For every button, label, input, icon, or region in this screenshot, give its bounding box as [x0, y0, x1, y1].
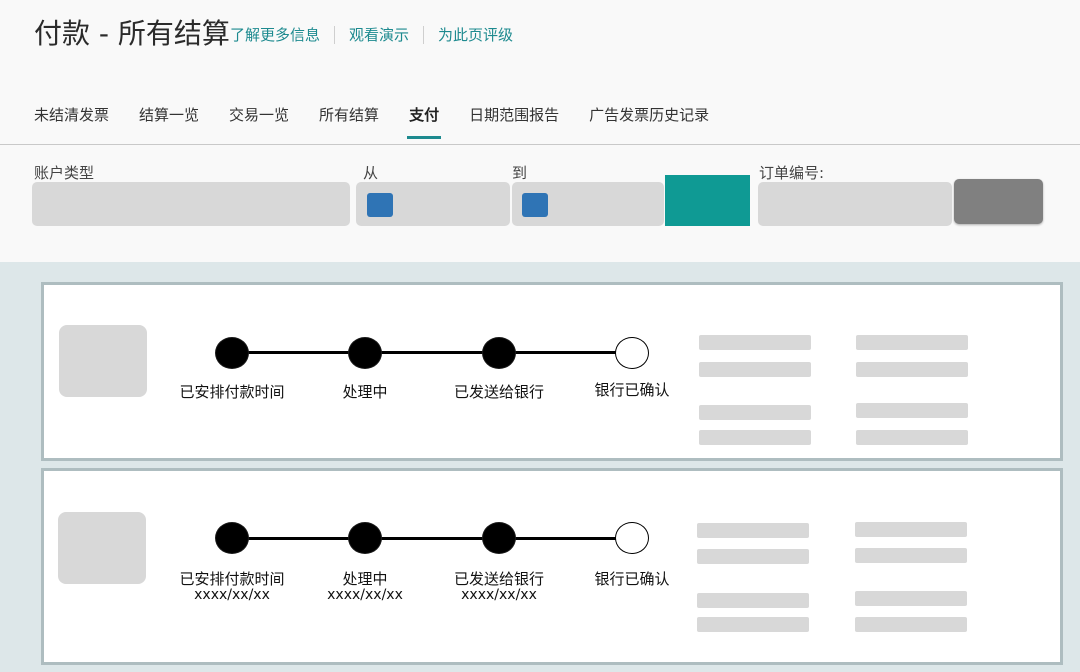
- detail-placeholder: [697, 523, 809, 538]
- step-label: 处理中: [342, 570, 388, 588]
- step-node-scheduled: [215, 522, 249, 554]
- step-node-bank-confirmed: [615, 522, 649, 554]
- tab-ad-invoice-history[interactable]: 广告发票历史记录: [589, 104, 709, 138]
- calendar-icon[interactable]: [522, 193, 548, 217]
- step-date: xxxx/xx/xx: [461, 587, 537, 603]
- step-node-processing: [348, 337, 382, 369]
- detail-placeholder: [856, 362, 968, 377]
- payment-thumbnail: [59, 325, 147, 397]
- step-node-sent-to-bank: [482, 337, 516, 369]
- progress-track: [232, 537, 632, 540]
- step-label: 银行已确认: [594, 570, 670, 588]
- tab-bar: 未结清发票 结算一览 交易一览 所有结算 支付 日期范围报告 广告发票历史记录: [34, 104, 739, 139]
- detail-placeholder: [856, 430, 968, 445]
- detail-placeholder: [855, 617, 967, 632]
- detail-placeholder: [699, 430, 811, 445]
- progress-track: [232, 351, 632, 354]
- step-node-scheduled: [215, 337, 249, 369]
- step-label: 银行已确认: [594, 381, 670, 399]
- step-label: 已发送给银行: [453, 570, 544, 588]
- search-button[interactable]: [665, 175, 750, 226]
- account-type-select[interactable]: [32, 182, 350, 226]
- step-date: xxxx/xx/xx: [327, 587, 403, 603]
- detail-placeholder: [699, 405, 811, 420]
- detail-placeholder: [855, 591, 967, 606]
- detail-placeholder: [697, 617, 809, 632]
- step-date: xxxx/xx/xx: [194, 587, 270, 603]
- detail-placeholder: [697, 593, 809, 608]
- tab-transaction-summary[interactable]: 交易一览: [229, 104, 289, 138]
- payment-card: 已安排付款时间 处理中 已发送给银行 银行已确认: [41, 282, 1063, 461]
- step-label: 处理中: [342, 383, 388, 401]
- tab-divider: [0, 144, 1080, 145]
- detail-placeholder: [855, 548, 967, 563]
- payment-thumbnail: [58, 512, 146, 584]
- payment-card: 已安排付款时间 xxxx/xx/xx 处理中 xxxx/xx/xx 已发送给银行…: [41, 468, 1063, 665]
- step-node-sent-to-bank: [482, 522, 516, 554]
- calendar-icon[interactable]: [367, 193, 393, 217]
- account-type-label: 账户类型: [34, 164, 95, 182]
- page-title: 付款 - 所有结算: [34, 17, 230, 50]
- step-label: 已安排付款时间: [179, 383, 285, 401]
- order-number-label: 订单编号:: [759, 164, 825, 182]
- detail-placeholder: [699, 362, 811, 377]
- rate-page-link[interactable]: 为此页评级: [424, 24, 527, 45]
- detail-placeholder: [699, 335, 811, 350]
- tab-date-range-reports[interactable]: 日期范围报告: [469, 104, 559, 138]
- order-search-button[interactable]: [954, 179, 1043, 224]
- order-number-input[interactable]: [758, 182, 952, 226]
- detail-placeholder: [856, 403, 968, 418]
- from-date-input[interactable]: [356, 182, 510, 226]
- step-label: 已发送给银行: [453, 383, 544, 401]
- tab-settlement-summary[interactable]: 结算一览: [139, 104, 199, 138]
- from-date-label: 从: [363, 164, 379, 182]
- page-header: 付款 - 所有结算 了解更多信息 观看演示 为此页评级 未结清发票 结算一览 交…: [0, 0, 1080, 262]
- step-node-bank-confirmed: [615, 337, 649, 369]
- watch-demo-link[interactable]: 观看演示: [335, 24, 423, 45]
- step-label: 已安排付款时间: [179, 570, 285, 588]
- tab-unpaid-invoices[interactable]: 未结清发票: [34, 104, 109, 138]
- to-date-input[interactable]: [512, 182, 664, 226]
- tab-payments[interactable]: 支付: [407, 104, 442, 139]
- detail-placeholder: [697, 549, 809, 564]
- to-date-label: 到: [512, 164, 528, 182]
- step-node-processing: [348, 522, 382, 554]
- header-links: 了解更多信息 观看演示 为此页评级: [230, 24, 527, 45]
- detail-placeholder: [855, 522, 967, 537]
- tab-all-settlements[interactable]: 所有结算: [319, 104, 379, 138]
- detail-placeholder: [856, 335, 968, 350]
- learn-more-link[interactable]: 了解更多信息: [230, 24, 334, 45]
